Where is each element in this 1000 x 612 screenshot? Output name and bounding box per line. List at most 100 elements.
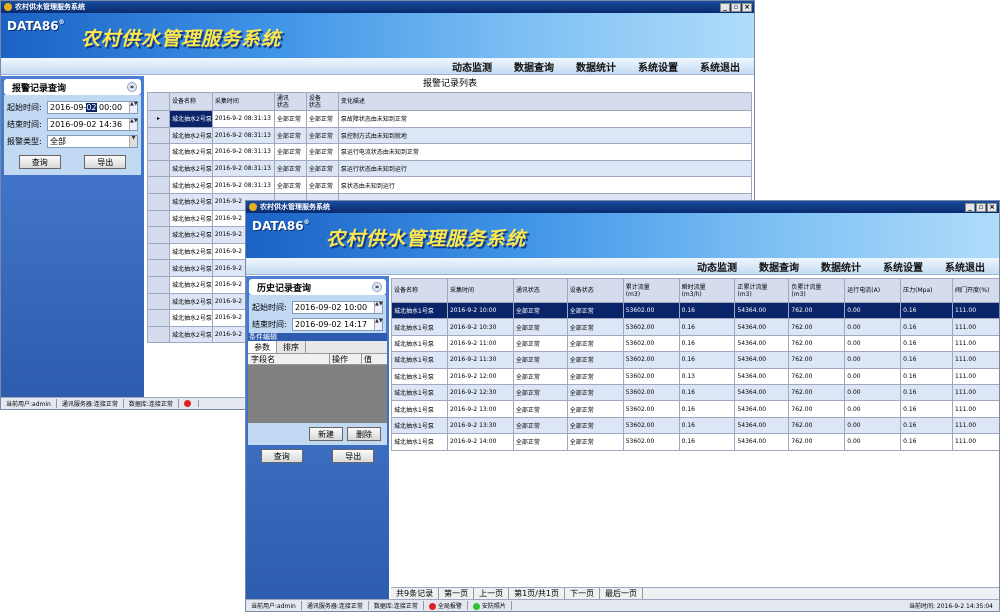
maximize-icon[interactable]: ▫ — [731, 2, 741, 12]
type-label: 报警类型: — [7, 137, 42, 146]
spin-icon[interactable]: ▲▼ — [374, 302, 383, 313]
table-cell: 762.00 — [788, 433, 846, 451]
end-time-field[interactable]: 2016-09-02 14:17 ▲▼ — [292, 318, 383, 331]
table-cell: 全部正常 — [512, 383, 568, 402]
menu-stats[interactable]: 数据统计 — [576, 59, 616, 74]
table-cell: 0.16 — [900, 416, 954, 435]
column-header[interactable]: 累计流量 (m3) — [622, 278, 680, 303]
table-cell: 54364.00 — [734, 383, 790, 402]
menu-exit[interactable]: 系统退出 — [945, 259, 985, 274]
column-header[interactable]: 通讯状态 — [512, 278, 568, 303]
column-header[interactable]: 正累计流量 (m3) — [734, 278, 790, 303]
row-header[interactable] — [147, 126, 170, 145]
table-row[interactable]: 城北抽水1号泵 2016-9-2 12:00 全部正常 全部正常 53602.00 0.1… — [391, 367, 999, 385]
table-row[interactable]: 城北抽水2号泵 2016-9-2 08:31:13 全部正常 全部正常 泵控制方式由未知… — [147, 126, 753, 145]
table-row[interactable]: 城北抽水2号泵 2016-9-2 08:31:13 全部正常 全部正常 泵状态由未知到运… — [147, 176, 753, 194]
first-page-button[interactable]: 第一页 — [439, 588, 475, 599]
condition-list[interactable] — [248, 365, 387, 423]
table-row[interactable]: 城北抽水1号泵 2016-9-2 11:00 全部正常 全部正常 53602.00 0.1… — [391, 334, 999, 353]
table-row[interactable]: 城北抽水1号泵 2016-9-2 11:30 全部正常 全部正常 53602.00 0.1… — [391, 351, 999, 369]
tab-sort[interactable]: 排序 — [277, 341, 306, 353]
table-row[interactable]: 城北抽水1号泵 2016-9-2 10:00 全部正常 全部正常 53602.00 0.1… — [391, 301, 999, 320]
table-row[interactable]: 城北抽水1号泵 2016-9-2 14:00 全部正常 全部正常 53602.00 0.1… — [391, 433, 999, 451]
table-cell: 全部正常 — [273, 159, 307, 178]
dropdown-icon[interactable]: ▼ — [129, 136, 137, 147]
table-row[interactable]: 城北抽水2号泵 2016-9-2 08:31:13 全部正常 全部正常 泵运行状态由未知… — [147, 159, 753, 178]
table-cell: 城北抽水1号泵 — [391, 318, 448, 336]
table-row[interactable]: ▸ 城北抽水2号泵 2016-9-2 08:31:13 全部正常 全部正常 泵故障状态由未… — [147, 110, 753, 128]
start-time-field[interactable]: 2016-09-02 10:00 ▲▼ — [292, 301, 383, 314]
export-button[interactable]: 导出 — [332, 449, 375, 463]
table-row[interactable]: 城北抽水1号泵 2016-9-2 13:00 全部正常 全部正常 53602.00 0.1… — [391, 400, 999, 418]
row-header[interactable]: ▸ — [147, 110, 170, 128]
row-header[interactable] — [147, 226, 170, 244]
row-header[interactable] — [147, 292, 170, 311]
row-header[interactable] — [147, 209, 170, 228]
column-header[interactable]: 采集时间 — [446, 278, 514, 303]
table-cell: 2016-9-2 13:00 — [446, 400, 514, 418]
spin-icon[interactable]: ▲▼ — [374, 319, 383, 330]
collapse-icon[interactable]: » — [127, 82, 137, 92]
banner: DATA86® 农村供水管理服务系统 — [1, 13, 754, 58]
column-header[interactable]: 设备状态 — [566, 278, 624, 303]
column-header[interactable]: 负累计流量 (m3) — [788, 278, 846, 303]
global-alarm[interactable]: 全局报警 — [424, 601, 468, 610]
close-icon[interactable]: × — [742, 2, 752, 12]
minimize-icon[interactable]: _ — [965, 202, 975, 212]
last-page-button[interactable]: 最后一页 — [600, 588, 643, 599]
table-row[interactable]: 城北抽水1号泵 2016-9-2 10:30 全部正常 全部正常 53602.00 0.1… — [391, 318, 999, 336]
row-header[interactable] — [147, 143, 170, 161]
end-time-field[interactable]: 2016-09-02 14:36 ▲▼ — [47, 118, 138, 131]
spin-icon[interactable]: ▲▼ — [129, 102, 138, 113]
column-header[interactable]: 设备 状态 — [305, 92, 339, 111]
column-header[interactable]: 设备名称 — [169, 92, 213, 111]
table-cell: 全部正常 — [566, 318, 624, 336]
row-header[interactable] — [147, 159, 170, 178]
menu-settings[interactable]: 系统设置 — [883, 259, 923, 274]
column-header[interactable]: 压力(Mpa) — [900, 278, 954, 303]
alarm-type-select[interactable]: 全部 ▼ — [47, 135, 138, 148]
query-button[interactable]: 查询 — [18, 155, 61, 169]
export-button[interactable]: 导出 — [84, 155, 127, 169]
spin-icon[interactable]: ▲▼ — [129, 119, 138, 130]
column-header[interactable]: 运行电流(A) — [844, 278, 902, 303]
row-header[interactable] — [147, 242, 170, 261]
menu-monitor[interactable]: 动态监测 — [452, 59, 492, 74]
panel-header: 报警记录查询 » — [4, 79, 141, 95]
column-header[interactable]: 瞬时流量 (m3/h) — [678, 278, 736, 303]
row-header[interactable] — [147, 176, 170, 194]
query-button[interactable]: 查询 — [260, 449, 303, 463]
menu-settings[interactable]: 系统设置 — [638, 59, 678, 74]
table-row[interactable]: 城北抽水1号泵 2016-9-2 12:30 全部正常 全部正常 53602.00 0.1… — [391, 383, 999, 402]
column-header[interactable]: 变化描述 — [337, 92, 753, 111]
maximize-icon[interactable]: ▫ — [976, 202, 986, 212]
menu-stats[interactable]: 数据统计 — [821, 259, 861, 274]
row-header[interactable] — [147, 275, 170, 294]
column-header[interactable]: 通讯 状态 — [273, 92, 307, 111]
condition-label: 条件编辑 — [248, 333, 387, 341]
column-header[interactable]: 采集时间 — [211, 92, 275, 111]
prev-page-button[interactable]: 上一页 — [474, 588, 510, 599]
tab-params[interactable]: 参数 — [248, 341, 277, 353]
start-time-field[interactable]: 2016-09-02 00:00 ▲▼ — [47, 101, 138, 114]
table-row[interactable]: 城北抽水1号泵 2016-9-2 13:30 全部正常 全部正常 53602.00 0.1… — [391, 416, 999, 435]
menu-query[interactable]: 数据查询 — [514, 59, 554, 74]
column-header[interactable]: 阀门开度(%) — [952, 278, 999, 303]
security-photos[interactable]: 安防照片 — [468, 601, 512, 610]
next-page-button[interactable]: 下一页 — [565, 588, 600, 599]
collapse-icon[interactable]: » — [372, 282, 382, 292]
row-header[interactable] — [147, 325, 170, 344]
alarm-indicator[interactable] — [179, 400, 199, 407]
minimize-icon[interactable]: _ — [720, 2, 730, 12]
column-header[interactable]: 设备名称 — [391, 278, 448, 303]
new-button[interactable]: 新建 — [309, 427, 343, 441]
row-header[interactable] — [147, 309, 170, 327]
menu-query[interactable]: 数据查询 — [759, 259, 799, 274]
delete-button[interactable]: 删除 — [347, 427, 381, 441]
close-icon[interactable]: × — [987, 202, 997, 212]
menu-exit[interactable]: 系统退出 — [700, 59, 740, 74]
table-row[interactable]: 城北抽水2号泵 2016-9-2 08:31:13 全部正常 全部正常 泵运行电流状态由… — [147, 143, 753, 161]
row-header[interactable] — [147, 192, 170, 211]
row-header[interactable] — [147, 259, 170, 277]
menu-monitor[interactable]: 动态监测 — [697, 259, 737, 274]
